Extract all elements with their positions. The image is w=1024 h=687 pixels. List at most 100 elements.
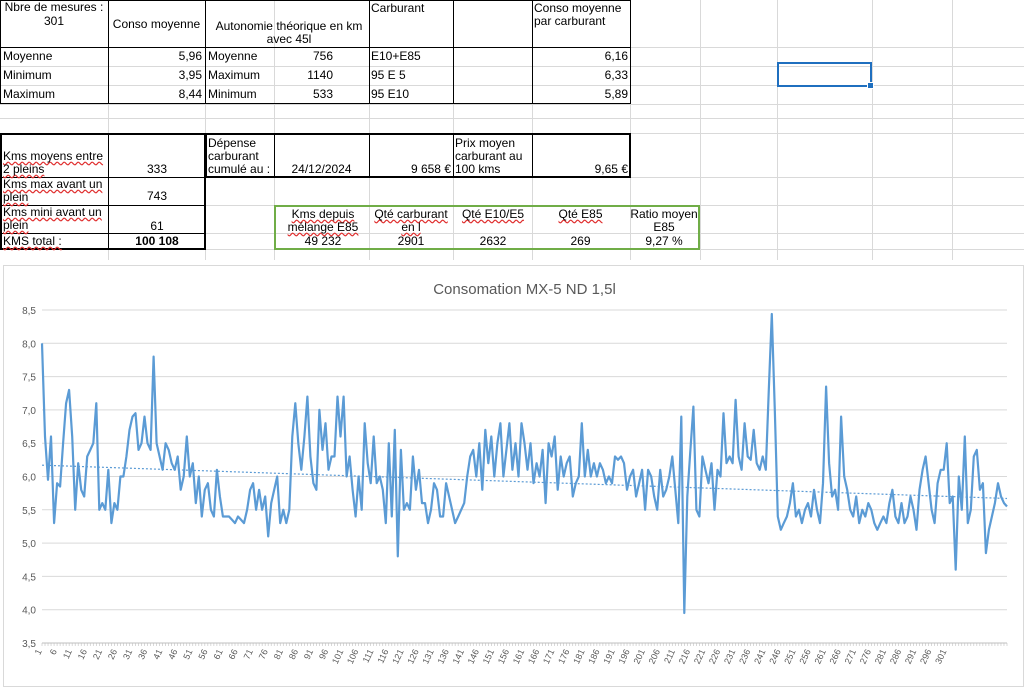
data-point: [659, 469, 661, 471]
x-tick-label: 61: [211, 648, 224, 661]
x-tick-label: 106: [345, 648, 360, 666]
data-point: [780, 529, 782, 531]
x-tick-label: 221: [692, 648, 707, 666]
qte-e85-header: Qté E85: [532, 208, 629, 221]
data-point: [976, 449, 978, 451]
data-point: [542, 449, 544, 451]
data-point: [997, 482, 999, 484]
data-point: [852, 516, 854, 518]
data-point: [273, 489, 275, 491]
data-point: [840, 416, 842, 418]
data-point: [593, 462, 595, 464]
table4-col-divider: [453, 133, 454, 178]
data-point: [231, 519, 233, 521]
data-point: [888, 502, 890, 504]
trendline: [41, 464, 1008, 500]
x-tick-label: 166: [526, 648, 541, 666]
data-point: [493, 476, 495, 478]
data-point: [300, 469, 302, 471]
data-point: [487, 462, 489, 464]
data-point: [367, 462, 369, 464]
measures-label: Nbre de mesures :: [4, 0, 104, 14]
data-point: [632, 469, 634, 471]
carburant-header: Carburant: [371, 1, 425, 15]
data-point: [340, 436, 342, 438]
fuel-label: 95 E 5: [371, 68, 406, 82]
data-point: [864, 516, 866, 518]
y-tick-label: 6,0: [22, 473, 36, 484]
data-point: [484, 429, 486, 431]
table2-col-divider: [453, 0, 454, 104]
qte-e10-value: 2632: [479, 234, 507, 248]
kms-total-value: 100 108: [135, 234, 179, 248]
data-point: [89, 449, 91, 451]
data-point: [322, 449, 324, 451]
data-point: [623, 462, 625, 464]
data-point: [47, 479, 49, 481]
data-point: [952, 496, 954, 498]
data-point: [370, 482, 372, 484]
data-point: [101, 502, 103, 504]
data-point: [644, 509, 646, 511]
qte-e10-header: Qté E10/E5: [454, 208, 532, 221]
data-point: [285, 522, 287, 524]
x-tick-label: 16: [76, 648, 89, 661]
data-point: [882, 516, 884, 518]
x-tick-label: 66: [227, 648, 240, 661]
data-point: [904, 522, 906, 524]
data-point: [768, 389, 770, 391]
x-tick-label: 201: [632, 648, 647, 666]
chart-title: Consomation MX-5 ND 1,5l: [433, 281, 616, 298]
table2-header-divider: [369, 47, 631, 48]
data-point: [1003, 502, 1005, 504]
data-point: [891, 489, 893, 491]
data-point: [566, 462, 568, 464]
table1-header-divider: [0, 47, 370, 48]
x-tick-label: 216: [677, 648, 692, 666]
data-point: [714, 509, 716, 511]
conso-value: 5,96: [178, 49, 202, 63]
data-point: [810, 516, 812, 518]
kms-moyens-label: Kms moyens entre 2 pleins: [3, 150, 107, 176]
data-point: [723, 412, 725, 414]
e85-kms-value: 49 232: [304, 234, 342, 248]
kms-total-label: KMS total :: [3, 235, 62, 248]
data-point: [355, 516, 357, 518]
data-point: [988, 529, 990, 531]
x-tick-label: 56: [196, 648, 209, 661]
data-point: [159, 456, 161, 458]
data-point: [626, 489, 628, 491]
grid-row-line: [0, 104, 1024, 105]
chart-panel[interactable]: Consomation MX-5 ND 1,5l 3,5 4,0 4,5 5,0 5,5 6…: [3, 265, 1024, 687]
data-point: [985, 552, 987, 554]
data-point: [50, 436, 52, 438]
data-point: [192, 462, 194, 464]
data-point: [695, 509, 697, 511]
data-point: [445, 482, 447, 484]
data-point: [726, 462, 728, 464]
data-point: [44, 436, 46, 438]
data-point: [641, 469, 643, 471]
data-point: [361, 509, 363, 511]
data-point: [587, 449, 589, 451]
data-point: [74, 509, 76, 511]
autonomie-header: Autonomie théorique en km avec 45l: [215, 19, 363, 46]
kms-max-label: Kms max avant un plein: [3, 178, 107, 204]
data-point: [62, 442, 64, 444]
x-tick-label: 71: [242, 648, 255, 661]
data-point: [309, 456, 311, 458]
data-point: [240, 519, 242, 521]
data-point: [424, 502, 426, 504]
data-point: [331, 456, 333, 458]
x-tick-label: 46: [166, 648, 179, 661]
data-point: [135, 412, 137, 414]
data-point: [246, 509, 248, 511]
selected-cell[interactable]: [777, 62, 874, 89]
data-point: [436, 489, 438, 491]
data-point: [511, 469, 513, 471]
data-point: [834, 489, 836, 491]
y-tick-label: 4,0: [22, 606, 36, 617]
data-point: [551, 456, 553, 458]
depense-date: 24/12/2024: [291, 162, 352, 176]
qte-e10-header-text: Qté E10/E5: [461, 207, 525, 221]
